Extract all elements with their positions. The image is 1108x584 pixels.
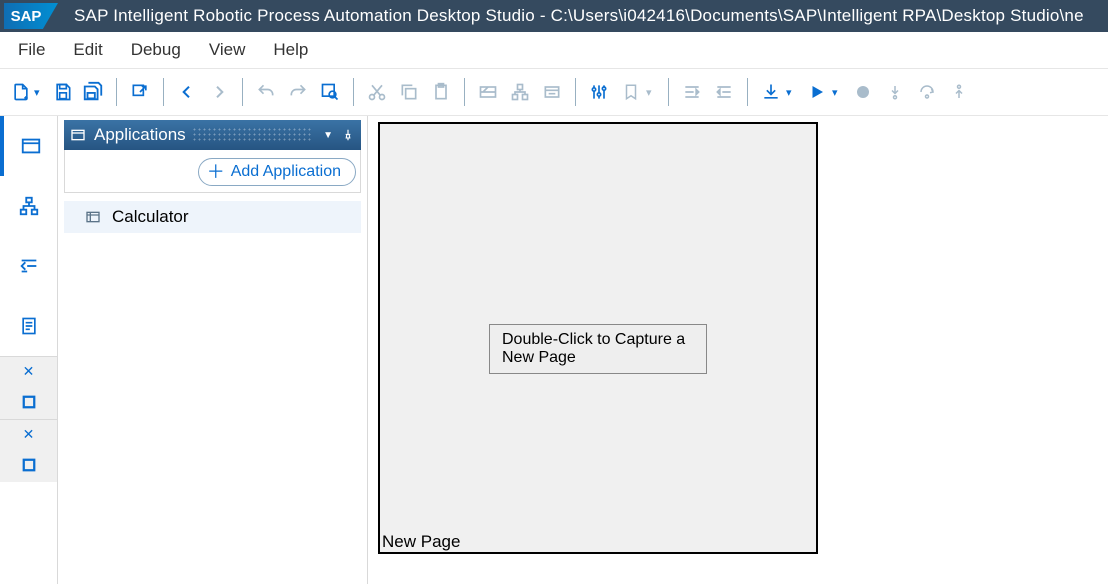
find-button[interactable] <box>315 77 345 107</box>
forward-button[interactable] <box>204 77 234 107</box>
bookmark-button[interactable] <box>616 77 646 107</box>
menu-view[interactable]: View <box>195 34 260 66</box>
cut-button[interactable] <box>362 77 392 107</box>
save-button[interactable] <box>48 77 78 107</box>
new-file-button[interactable] <box>6 77 36 107</box>
vtab-documents[interactable] <box>0 296 57 356</box>
menu-edit[interactable]: Edit <box>59 34 116 66</box>
app-icon <box>84 209 102 225</box>
redo-button[interactable] <box>283 77 313 107</box>
menu-bar: File Edit Debug View Help <box>0 32 1108 68</box>
close-icon[interactable]: ✕ <box>0 357 57 385</box>
app-item-label: Calculator <box>112 207 189 227</box>
paste-button[interactable] <box>426 77 456 107</box>
panel-menu-dropdown[interactable]: ▼ <box>323 130 333 141</box>
capture-hint[interactable]: Double-Click to Capture a New Page <box>489 324 707 374</box>
bookmark-dropdown[interactable]: ▾ <box>646 86 660 99</box>
sap-logo: SAP <box>0 0 62 32</box>
main-body: ✕ ✕ Applications ▼ ＋ <box>0 116 1108 584</box>
sap-logo-text: SAP <box>4 3 58 29</box>
indent-left-button[interactable] <box>677 77 707 107</box>
layout-1-button[interactable] <box>473 77 503 107</box>
menu-debug[interactable]: Debug <box>117 34 195 66</box>
stop-icon <box>20 393 38 411</box>
step-out-button[interactable] <box>944 77 974 107</box>
plus-icon: ＋ <box>207 163 225 181</box>
export-button[interactable] <box>125 77 155 107</box>
app-item-calculator[interactable]: Calculator <box>64 201 361 233</box>
download-button[interactable] <box>756 77 786 107</box>
add-application-label: Add Application <box>231 163 341 181</box>
panel-title: Applications <box>94 125 186 145</box>
panel-drag-handle[interactable] <box>192 127 311 143</box>
window-title: SAP Intelligent Robotic Process Automati… <box>74 6 1084 26</box>
toolbar: ▾ <box>0 68 1108 116</box>
applications-panel: Applications ▼ ＋ Add Application Calcula… <box>58 116 368 584</box>
add-application-button[interactable]: ＋ Add Application <box>198 158 356 186</box>
page-label: New Page <box>382 532 460 552</box>
step-over-button[interactable] <box>912 77 942 107</box>
menu-help[interactable]: Help <box>259 34 322 66</box>
vtab-workflow[interactable] <box>0 176 57 236</box>
add-application-row: ＋ Add Application <box>64 150 361 193</box>
layout-3-button[interactable] <box>537 77 567 107</box>
vertical-tab-strip: ✕ ✕ <box>0 116 58 584</box>
menu-file[interactable]: File <box>4 34 59 66</box>
settings-button[interactable] <box>584 77 614 107</box>
copy-button[interactable] <box>394 77 424 107</box>
download-dropdown[interactable]: ▾ <box>786 86 800 99</box>
stop-icon <box>20 456 38 474</box>
record-button[interactable] <box>848 77 878 107</box>
new-file-dropdown[interactable]: ▾ <box>34 86 48 99</box>
vtab-applications[interactable] <box>0 116 57 176</box>
back-button[interactable] <box>172 77 202 107</box>
title-bar: SAP SAP Intelligent Robotic Process Auto… <box>0 0 1108 32</box>
application-tree: Calculator <box>64 193 361 241</box>
run-button[interactable] <box>802 77 832 107</box>
page-frame[interactable]: Double-Click to Capture a New Page New P… <box>378 122 818 554</box>
pin-icon[interactable] <box>341 128 355 142</box>
window-icon <box>70 127 86 143</box>
indent-right-button[interactable] <box>709 77 739 107</box>
panel-header[interactable]: Applications ▼ <box>64 120 361 150</box>
canvas-area: Double-Click to Capture a New Page New P… <box>368 116 1108 584</box>
undo-button[interactable] <box>251 77 281 107</box>
save-all-button[interactable] <box>78 77 108 107</box>
run-dropdown[interactable]: ▾ <box>832 86 846 99</box>
vtab-closed-1[interactable]: ✕ <box>0 356 57 419</box>
vtab-scripts[interactable] <box>0 236 57 296</box>
step-into-button[interactable] <box>880 77 910 107</box>
layout-2-button[interactable] <box>505 77 535 107</box>
close-icon[interactable]: ✕ <box>0 420 57 448</box>
vtab-closed-2[interactable]: ✕ <box>0 419 57 482</box>
